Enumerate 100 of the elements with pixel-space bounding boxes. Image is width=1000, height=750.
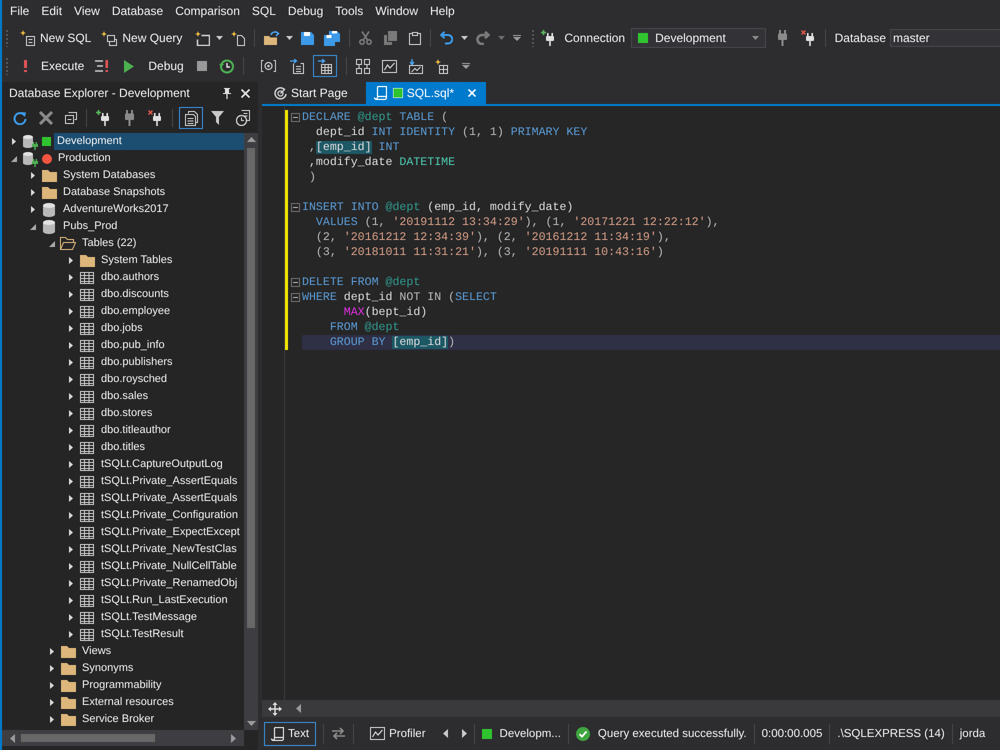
tree-item[interactable]: tSQLt.CaptureOutputLog [98, 456, 244, 473]
caret-left-icon[interactable] [10, 734, 15, 742]
filter-icon[interactable] [211, 111, 224, 125]
tree-item[interactable]: Tables (22) [79, 235, 244, 252]
menu-item[interactable]: Comparison [169, 2, 246, 20]
caret-right-icon[interactable] [69, 461, 73, 468]
caret-right-icon[interactable] [462, 729, 467, 738]
move-icon[interactable] [268, 702, 282, 716]
vertical-scrollbar[interactable] [244, 133, 258, 730]
caret-right-icon[interactable] [69, 257, 73, 264]
tree-item[interactable]: dbo.employee [98, 303, 244, 320]
diagram-icon[interactable] [356, 58, 370, 74]
tree-item[interactable]: dbo.jobs [98, 320, 244, 337]
menu-item[interactable]: File [4, 2, 36, 20]
menu-item[interactable]: Edit [35, 2, 68, 20]
caret-left-icon[interactable] [442, 729, 448, 738]
caret-down-icon[interactable] [461, 36, 468, 40]
execute-list-icon[interactable] [95, 60, 110, 72]
tree-item[interactable]: dbo.titleauthor [98, 422, 244, 439]
tree-item[interactable]: tSQLt.Private_RenamedObj [98, 575, 244, 592]
caret-right-icon[interactable] [31, 206, 35, 213]
tree-item[interactable]: tSQLt.Private_NewTestClas [98, 541, 244, 558]
tree-item[interactable]: tSQLt.Run_LastExecution [98, 592, 244, 609]
menu-item[interactable]: Window [369, 2, 424, 20]
caret-right-icon[interactable] [50, 665, 54, 672]
profiler-button[interactable]: Profiler [363, 722, 433, 746]
collapse-icon[interactable] [290, 278, 300, 287]
tree-item[interactable]: tSQLt.Private_AssertEquals [98, 473, 244, 490]
caret-right-icon[interactable] [69, 580, 73, 587]
caret-right-icon[interactable] [50, 682, 54, 689]
toolbar-grip[interactable] [5, 57, 9, 75]
collapse-icon[interactable] [290, 113, 300, 122]
collapse-icon[interactable] [290, 293, 300, 302]
caret-right-icon[interactable] [69, 597, 73, 604]
menu-item[interactable]: View [68, 2, 106, 20]
open-folder-icon[interactable] [264, 31, 280, 45]
caret-left-icon[interactable] [296, 704, 301, 713]
caret-right-icon[interactable] [69, 631, 73, 638]
tree-item[interactable]: dbo.discounts [98, 286, 244, 303]
caret-down-icon[interactable] [30, 224, 36, 230]
caret-right-icon[interactable] [69, 291, 73, 298]
caret-right-icon[interactable] [69, 444, 73, 451]
new-sql-button[interactable]: New SQL [17, 28, 94, 48]
database-field[interactable]: master [890, 29, 1000, 47]
tree-item[interactable]: dbo.stores [98, 405, 244, 422]
tree-item[interactable]: Service Broker [79, 711, 244, 728]
sparkle-table-icon[interactable] [434, 58, 448, 74]
scrollbar-thumb[interactable] [247, 148, 255, 628]
menu-item[interactable]: Debug [282, 2, 330, 20]
new-query-button[interactable]: New Query [98, 28, 186, 48]
overflow-icon[interactable] [462, 63, 470, 69]
caret-right-icon[interactable] [50, 716, 54, 723]
tree-item[interactable]: dbo.roysched [98, 371, 244, 388]
tree-item[interactable]: tSQLt.Private_ExpectExcept [98, 524, 244, 541]
tree-item[interactable]: External resources [79, 694, 244, 711]
history-icon[interactable] [218, 58, 234, 74]
toggle-button[interactable] [312, 55, 337, 77]
plug-plus-icon[interactable] [96, 110, 111, 126]
menu-item[interactable]: Tools [329, 2, 370, 20]
tree-item[interactable]: System Tables [98, 252, 244, 269]
pin-icon[interactable] [223, 88, 231, 98]
caret-right-icon[interactable] [50, 699, 54, 706]
caret-right-icon[interactable] [50, 648, 54, 655]
tree-item[interactable]: tSQLt.Private_Configuration [98, 507, 244, 524]
caret-up-icon[interactable] [246, 137, 256, 142]
delete-icon[interactable] [39, 111, 53, 125]
caret-right-icon[interactable] [69, 495, 73, 502]
horizontal-scrollbar[interactable] [2, 730, 244, 746]
tree-item[interactable]: Programmability [79, 677, 244, 694]
tree-item[interactable]: AdventureWorks2017 [60, 201, 244, 218]
menu-item[interactable]: Help [424, 2, 461, 20]
swap-icon[interactable] [331, 727, 346, 740]
caret-right-icon[interactable] [69, 512, 73, 519]
menu-item[interactable]: SQL [246, 2, 282, 20]
caret-right-icon[interactable] [69, 274, 73, 281]
caret-right-icon[interactable] [12, 138, 16, 145]
menu-item[interactable]: Database [106, 2, 170, 20]
caret-right-icon[interactable] [69, 546, 73, 553]
plug-icon[interactable] [125, 110, 134, 126]
caret-down-icon[interactable] [216, 36, 224, 40]
caret-right-icon[interactable] [69, 563, 73, 570]
caret-right-icon[interactable] [69, 376, 73, 383]
clipboard-icon[interactable] [409, 31, 422, 45]
caret-right-icon[interactable] [69, 393, 73, 400]
schedule-icon[interactable] [236, 110, 252, 126]
caret-right-icon[interactable] [69, 529, 73, 536]
tree-item[interactable]: dbo.pub_info [98, 337, 244, 354]
tree-item[interactable]: System Databases [60, 167, 244, 184]
tree-item[interactable]: Pubs_Prod [60, 218, 244, 235]
tab[interactable]: Start Page [266, 82, 358, 104]
tree-item[interactable]: Synonyms [79, 660, 244, 677]
caret-right-icon[interactable] [69, 325, 73, 332]
tree-item[interactable]: dbo.authors [98, 269, 244, 286]
connection-dropdown[interactable]: Development [631, 28, 766, 48]
caret-right-icon[interactable] [69, 308, 73, 315]
caret-right-icon[interactable] [69, 359, 73, 366]
caret-down-icon[interactable] [246, 721, 256, 726]
plug-disconnect-icon[interactable] [800, 30, 816, 46]
debug-button[interactable]: Debug [121, 57, 187, 75]
toggle-button[interactable] [179, 107, 203, 129]
